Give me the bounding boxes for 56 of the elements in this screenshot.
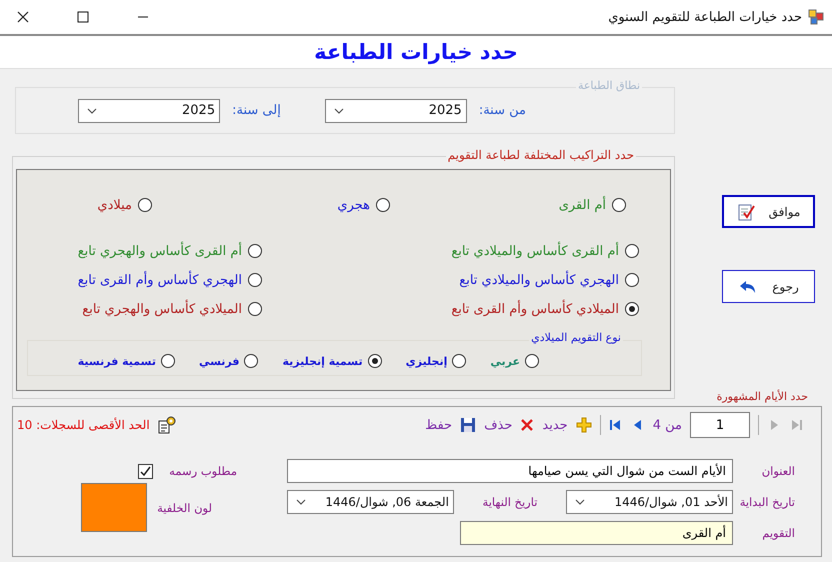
field-label: تاريخ النهاية — [482, 495, 538, 509]
field-label: العنوان — [760, 463, 795, 480]
group-legend: حدد التراكيب المختلفة لطباعة التقويم — [446, 148, 636, 162]
chevron-icon — [334, 108, 344, 114]
year-dropdown[interactable]: 2025 — [78, 98, 220, 122]
calendar-field[interactable]: أم القرى — [460, 521, 733, 545]
chevron-icon — [87, 108, 98, 114]
group-legend: نطاق الطباعة — [576, 79, 642, 92]
window-title: حدد خيارات الطباعة للتقويم السنوي — [608, 10, 802, 24]
record-position-field[interactable]: 1 — [690, 412, 750, 438]
delete-icon[interactable] — [520, 418, 534, 432]
close-icon — [17, 11, 29, 23]
radio-option[interactable]: الميلادي كأساس والهجري تابع — [12, 298, 262, 320]
radio-option[interactable]: الميلادي كأساس وأم القرى تابع — [262, 298, 639, 320]
field-label: تاريخ البداية — [738, 494, 795, 511]
save-icon[interactable] — [460, 417, 476, 433]
radio-option[interactable]: فرنسي — [198, 350, 258, 372]
navigation-arrow-icon[interactable] — [608, 418, 623, 432]
checkbox[interactable] — [138, 464, 154, 478]
radio-option[interactable]: الهجري كأساس وأم القرى تابع — [12, 269, 262, 291]
record-count: من 4 — [652, 418, 682, 432]
dialog-button[interactable]: موافق — [722, 195, 815, 228]
radio-option[interactable]: أم القرى كأساس والميلادي تابع — [262, 240, 639, 262]
save-button[interactable]: حفظ — [425, 418, 452, 432]
maximize-icon — [77, 11, 89, 23]
radio-option[interactable]: ميلادي — [2, 194, 152, 216]
section-label: حدد الأيام المشهورة — [716, 390, 808, 403]
max-records-label: الحد الأقصى للسجلات: 10 — [17, 418, 150, 432]
dialog-heading: حدد خيارات الطباعة — [314, 40, 518, 64]
radio-option[interactable]: أم القرى كأساس والهجري تابع — [12, 240, 262, 262]
radio-option[interactable]: الهجري كأساس والميلادي تابع — [262, 269, 639, 291]
radio-option[interactable]: إنجليزي — [406, 350, 466, 372]
chevron-icon — [575, 499, 586, 505]
field-label: لون الخلفية — [157, 500, 212, 514]
radio-option[interactable]: تسمية إنجليزية — [282, 350, 382, 372]
field-label: التقويم — [761, 525, 795, 542]
title-field[interactable]: الأيام الست من شوال التي يسن صيامها — [287, 459, 733, 483]
app-icon — [808, 9, 824, 25]
year-dropdown[interactable]: 2025 — [324, 98, 467, 122]
group-legend: نوع التقويم الميلادي — [529, 331, 623, 344]
radio-option[interactable]: هجري — [152, 194, 390, 216]
dialog-button[interactable]: رجوع — [722, 270, 815, 303]
checklist-icon — [736, 202, 755, 220]
field-label: من سنة: — [478, 103, 526, 118]
radio-option[interactable]: أم القرى — [390, 194, 626, 216]
chevron-icon — [296, 499, 306, 505]
end-date-dropdown[interactable]: الجمعة 06, شوال/1446 — [287, 490, 454, 514]
field-label: مطلوب رسمه — [169, 464, 237, 478]
document-gear-icon — [158, 416, 176, 434]
plus-icon[interactable] — [576, 417, 592, 433]
start-date-dropdown[interactable]: الأحد 01, شوال/1446 — [566, 490, 733, 514]
new-button[interactable]: جديد — [542, 418, 568, 432]
radio-option[interactable]: تسمية فرنسية — [78, 350, 175, 372]
delete-button[interactable]: حذف — [484, 418, 512, 432]
field-label: إلى سنة: — [232, 103, 281, 118]
color-swatch[interactable] — [81, 483, 148, 532]
